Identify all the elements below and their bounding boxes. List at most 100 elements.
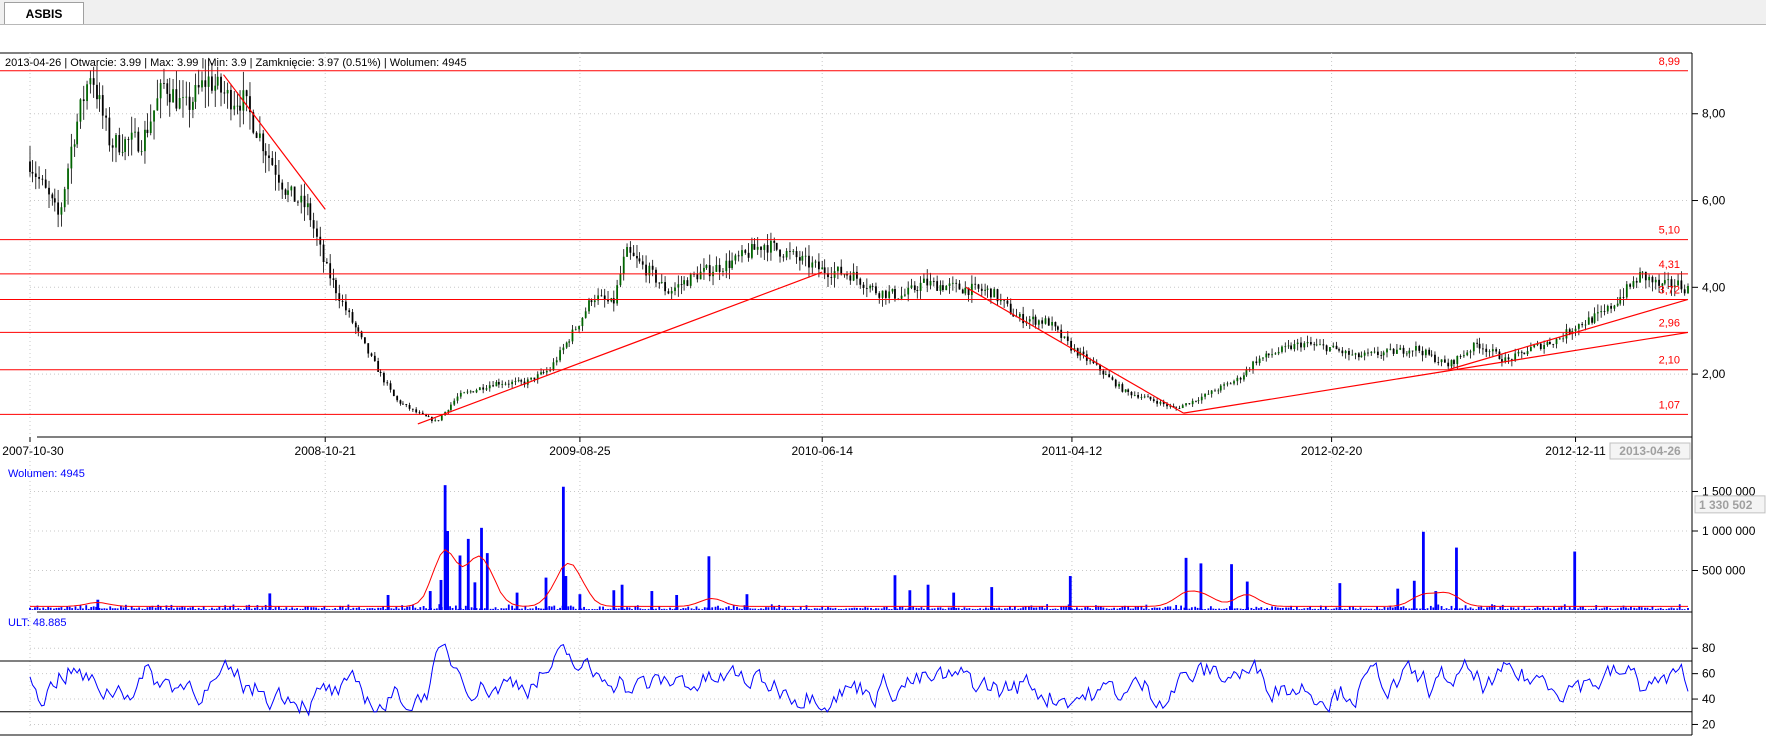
candle-body <box>1565 329 1568 339</box>
candle-body <box>127 139 130 140</box>
volume-bar <box>211 607 213 610</box>
volume-spike <box>1412 580 1416 610</box>
volume-bar <box>291 607 294 610</box>
candle-body <box>1152 399 1155 402</box>
volume-bar <box>719 608 722 610</box>
candle-body <box>1380 354 1383 356</box>
volume-bar <box>282 608 285 610</box>
candle-body <box>1377 351 1379 355</box>
volume-bar <box>1137 606 1139 610</box>
volume-bar <box>827 607 829 610</box>
tab-asbis[interactable]: ASBIS <box>4 2 84 24</box>
volume-bar <box>325 608 328 610</box>
candle-body <box>306 203 309 208</box>
volume-bar <box>1528 608 1531 610</box>
candle-body <box>1683 289 1686 294</box>
price-candles <box>29 57 1689 424</box>
volume-bar <box>1343 608 1346 610</box>
candle-body <box>63 189 66 208</box>
volume-bar <box>1080 608 1083 610</box>
volume-bar <box>1563 604 1566 610</box>
volume-bar <box>524 606 527 610</box>
candle-body <box>725 260 728 272</box>
candle-body <box>1332 345 1335 348</box>
candle-body <box>907 287 910 295</box>
volume-bar <box>896 608 899 610</box>
candle-body <box>862 284 865 288</box>
volume-bar <box>278 606 280 610</box>
level-label: 1,07 <box>1659 399 1680 411</box>
candle-body <box>392 389 395 397</box>
volume-bar <box>1665 608 1668 610</box>
candle-body <box>211 76 213 91</box>
volume-bar <box>1116 608 1119 610</box>
volume-bar <box>615 608 618 610</box>
candle-body <box>1354 353 1357 355</box>
candle-body <box>29 161 31 172</box>
volume-bar <box>1386 607 1389 610</box>
level-label: 2,10 <box>1659 355 1680 367</box>
volume-bar <box>1250 607 1253 610</box>
candle-body <box>1363 352 1366 356</box>
candle-body <box>881 290 884 298</box>
candle-body <box>837 266 839 272</box>
volume-bar <box>1469 607 1472 610</box>
candle-body <box>1396 349 1398 354</box>
candle-body <box>629 246 632 253</box>
candle-body <box>53 198 56 203</box>
candle-body <box>281 182 284 190</box>
candle-body <box>1051 322 1053 326</box>
volume-bar <box>1209 606 1212 610</box>
candle-body <box>1284 346 1287 348</box>
volume-bar <box>347 604 350 610</box>
volume-spike <box>707 556 711 610</box>
candle-body <box>1028 319 1031 322</box>
candle-body <box>115 135 117 148</box>
volume-bar <box>1110 608 1113 610</box>
volume-bar <box>1383 607 1386 610</box>
volume-bar <box>1357 609 1359 610</box>
volume-bar <box>658 606 661 610</box>
volume-bar <box>837 609 840 610</box>
volume-bar <box>1309 606 1311 610</box>
candle-body <box>86 84 88 102</box>
volume-bar <box>1295 606 1298 610</box>
volume-bar <box>1220 609 1223 610</box>
volume-bar <box>1467 608 1469 610</box>
candle-body <box>348 310 351 313</box>
volume-bar <box>1341 609 1344 610</box>
candle-body <box>485 388 488 390</box>
volume-bar <box>1113 607 1116 610</box>
volume-spike <box>561 486 565 610</box>
candle-body <box>1539 343 1542 350</box>
candle-body <box>1456 355 1459 364</box>
volume-bar <box>1314 608 1316 610</box>
volume-bar <box>1142 608 1145 610</box>
candle-body <box>680 284 683 286</box>
volume-bar <box>1263 609 1266 610</box>
candle-body <box>869 285 872 289</box>
candle-body <box>456 396 459 401</box>
candle-body <box>1022 314 1025 324</box>
volume-bar <box>178 607 181 610</box>
volume-bar <box>998 607 1001 610</box>
volume-bar <box>1161 608 1164 610</box>
candle-body <box>134 131 136 133</box>
volume-bar <box>1400 607 1402 610</box>
candle-body <box>903 294 906 296</box>
volume-bar <box>258 609 261 610</box>
candle-body <box>1047 318 1050 326</box>
candle-body <box>1593 313 1596 323</box>
candle-body <box>287 190 289 195</box>
candle-body <box>696 274 699 280</box>
volume-bar <box>623 608 626 610</box>
candle-body <box>1124 389 1127 392</box>
candle-body <box>239 105 241 111</box>
candle-body <box>804 255 807 257</box>
candle-body <box>1255 361 1258 364</box>
candle-body <box>178 98 181 109</box>
candle-body <box>1121 384 1124 392</box>
volume-bar <box>789 609 791 610</box>
volume-bar <box>1475 609 1478 610</box>
candle-body <box>1060 329 1063 338</box>
